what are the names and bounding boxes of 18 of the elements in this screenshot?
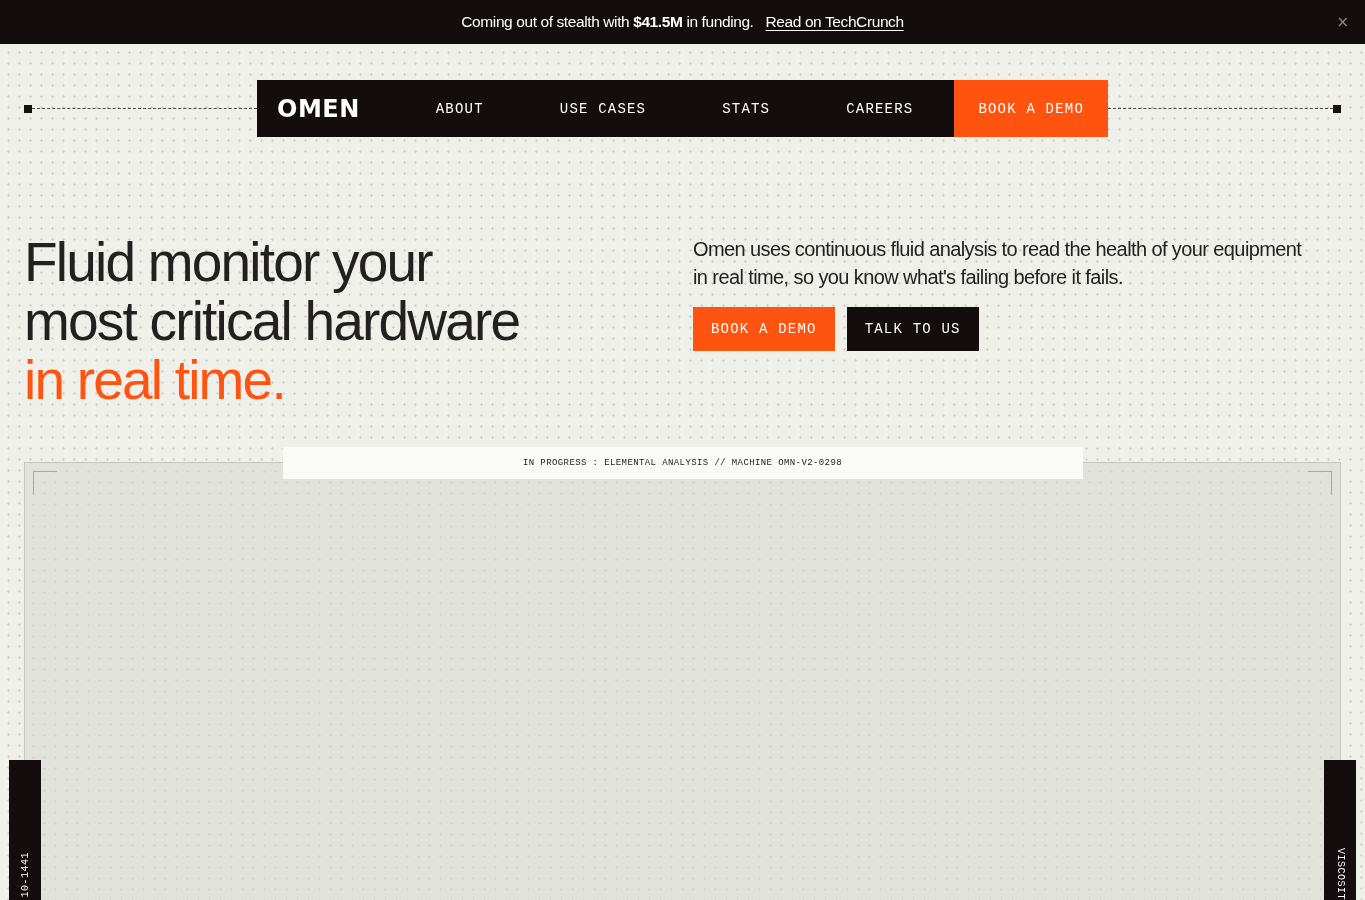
close-button[interactable]: × [1334, 14, 1351, 30]
announcement-text: Coming out of stealth with $41.5M in funding. [461, 13, 754, 31]
nav-link[interactable]: ABOUT [397, 80, 522, 137]
square-marker-icon [24, 104, 32, 113]
techcrunch-link[interactable]: Read on TechCrunch [765, 13, 904, 31]
corner-mark-icon [33, 471, 57, 495]
corner-mark-icon [1308, 471, 1332, 495]
nav-link[interactable]: USE CASES [521, 80, 685, 137]
square-marker-icon [1333, 104, 1341, 113]
hero-description: Omen uses continuous fluid analysis to read the health of your equipment in real time, so you know what's failing before it fails. [693, 237, 1303, 290]
side-strip-label: 10-1441 [19, 852, 31, 898]
hero-headline: Fluid monitor your most critical hardware in real time. [24, 233, 521, 410]
talk-to-us-button[interactable]: TALK TO US [846, 307, 979, 351]
logo[interactable]: OMEN [277, 96, 360, 121]
side-strip-label: VISCOSIT [1334, 848, 1346, 900]
nav-link[interactable]: STATS [684, 80, 809, 137]
status-label: IN PROGRESS : ELEMENTAL ANALYSIS // MACHINE OMN-V2-0298 [282, 447, 1083, 479]
nav-link[interactable]: CAREERS [808, 80, 952, 137]
